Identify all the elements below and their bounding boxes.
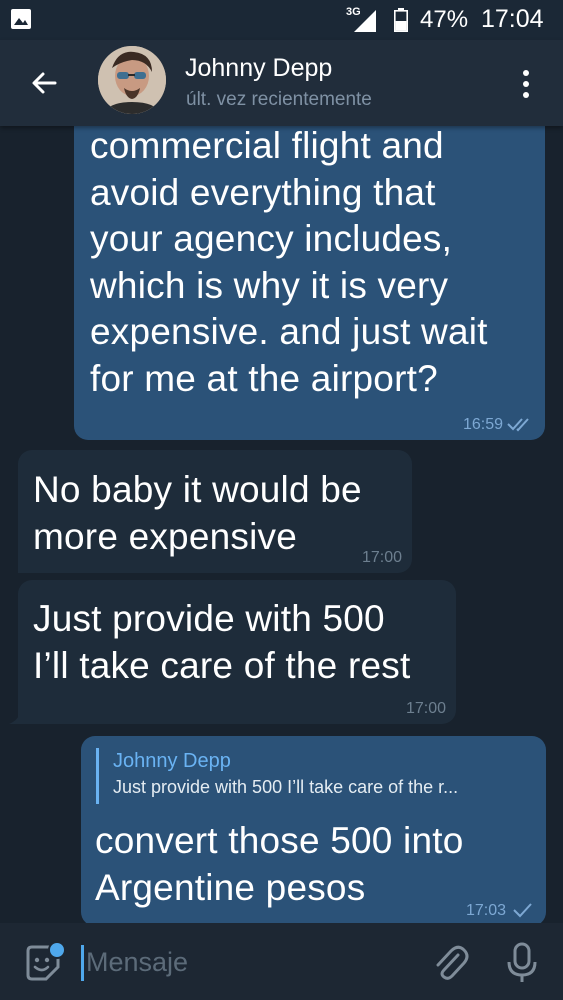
notification-dot: [48, 941, 66, 959]
message-time: 17:00: [405, 700, 446, 717]
message-time: 17:03: [465, 902, 506, 919]
chat-header: Johnny Depp últ. vez recientemente: [0, 40, 563, 126]
message-text: Just provide with 500 I’ll take care of …: [33, 598, 411, 686]
back-arrow-icon: [32, 72, 57, 94]
message-composer: Mensaje: [0, 923, 563, 1000]
quoted-author: Johnny Depp: [113, 750, 231, 772]
message-text: No baby it would be more expensive: [33, 469, 362, 557]
outgoing-reply-message[interactable]: Johnny Depp Just provide with 500 I’ll t…: [81, 736, 546, 923]
image-icon: [11, 9, 31, 29]
double-check-icon: [507, 418, 529, 432]
status-bar: 3G 47% 17:04: [0, 0, 563, 40]
quoted-reply[interactable]: Johnny Depp Just provide with 500 I’ll t…: [96, 748, 553, 804]
message-text: convert those 500 into Argentine pesos: [95, 820, 464, 908]
more-vert-icon: [523, 70, 529, 98]
battery-percent: 47%: [420, 6, 469, 33]
bubble-tail: [9, 710, 21, 724]
contact-name[interactable]: Johnny Depp: [185, 54, 332, 83]
avatar[interactable]: [98, 46, 166, 114]
attach-icon[interactable]: [430, 943, 470, 983]
quoted-text: Just provide with 500 I’ll take care of …: [113, 777, 459, 797]
incoming-message[interactable]: No baby it would be more expensive 17:00: [18, 450, 412, 573]
message-time: 16:59: [462, 416, 503, 433]
outgoing-message[interactable]: commercial flight and avoid everything t…: [74, 126, 545, 440]
clock: 17:04: [481, 5, 544, 33]
single-check-icon: [513, 903, 532, 918]
incoming-message[interactable]: Just provide with 500 I’ll take care of …: [18, 580, 456, 724]
message-text: commercial flight and avoid everything t…: [90, 126, 488, 399]
message-time: 17:00: [361, 549, 402, 566]
battery-icon: [394, 8, 408, 32]
back-button[interactable]: [24, 63, 64, 103]
microphone-icon[interactable]: [502, 941, 542, 985]
message-input[interactable]: Mensaje: [86, 947, 188, 978]
text-cursor: [81, 945, 84, 981]
signal-icon: 3G: [336, 6, 380, 34]
last-seen-status: últ. vez recientemente: [186, 89, 372, 110]
more-options-button[interactable]: [506, 62, 546, 106]
message-list[interactable]: commercial flight and avoid everything t…: [0, 126, 563, 923]
